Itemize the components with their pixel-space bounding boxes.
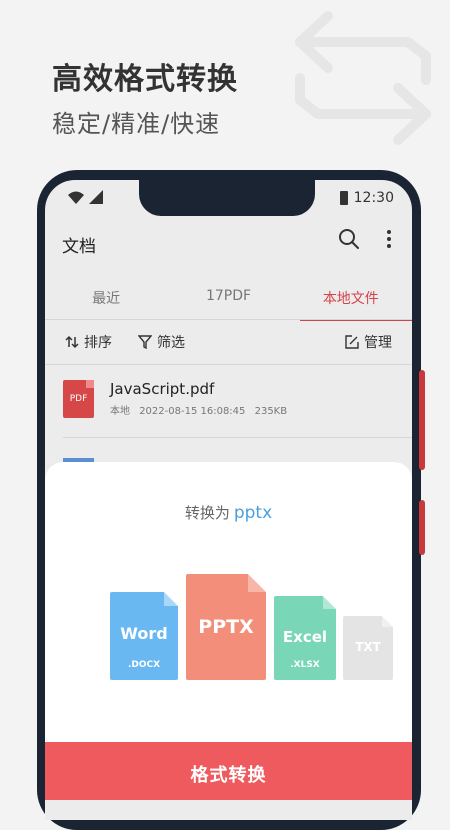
edit-icon xyxy=(345,335,359,349)
sort-icon xyxy=(65,335,79,349)
filter-label: 筛选 xyxy=(157,335,185,351)
phone-side-button xyxy=(419,370,425,470)
toolbar-divider xyxy=(45,364,412,365)
appbar-title: 文档 xyxy=(62,237,96,257)
convert-target-text: 转换为 pptx xyxy=(45,502,412,523)
wifi-icon xyxy=(68,191,84,204)
sort-label: 排序 xyxy=(84,335,112,351)
search-icon[interactable] xyxy=(338,228,360,250)
tab-17pdf[interactable]: 17PDF xyxy=(167,288,289,320)
cell-signal-icon xyxy=(89,190,103,204)
file-date: 2022-08-15 16:08:45 xyxy=(139,406,246,417)
pdf-icon-label: PDF xyxy=(69,394,88,404)
file-toolbar: 排序 筛选 管理 xyxy=(45,330,412,354)
battery-icon xyxy=(339,191,348,205)
word-format-card[interactable]: Word .DOCX xyxy=(110,592,178,680)
more-vert-icon[interactable] xyxy=(386,229,392,249)
tab-divider xyxy=(45,319,412,320)
convert-prefix: 转换为 xyxy=(184,504,230,522)
manage-button[interactable]: 管理 xyxy=(345,332,392,352)
hero-title: 高效格式转换 xyxy=(52,62,238,97)
list-divider xyxy=(63,437,412,438)
filter-icon xyxy=(138,335,152,349)
word-label: Word xyxy=(120,624,168,643)
tab-recent[interactable]: 最近 xyxy=(45,288,167,320)
pdf-file-icon: PDF xyxy=(63,380,94,418)
convert-button[interactable]: 格式转换 xyxy=(45,742,412,800)
txt-format-card[interactable]: TXT xyxy=(343,616,393,680)
pptx-label: PPTX xyxy=(198,616,254,638)
pptx-format-card[interactable]: PPTX xyxy=(186,574,266,680)
tab-bar: 最近 17PDF 本地文件 xyxy=(45,288,412,321)
file-location: 本地 xyxy=(110,406,130,417)
file-size: 235KB xyxy=(254,406,288,417)
excel-label: Excel xyxy=(282,628,328,646)
convert-arrows-icon xyxy=(295,11,431,145)
convert-sheet: 转换为 pptx Word .DOCX PPTX Excel .XLSX TXT … xyxy=(45,462,412,800)
word-ext: .DOCX xyxy=(127,660,161,670)
tab-local-files[interactable]: 本地文件 xyxy=(290,288,412,321)
hero-subtitle: 稳定/精准/快速 xyxy=(52,110,221,138)
signal-icons xyxy=(67,190,107,210)
txt-label: TXT xyxy=(355,640,381,654)
status-time: 12:30 xyxy=(353,190,394,206)
filter-button[interactable]: 筛选 xyxy=(138,332,185,352)
file-meta: 本地 2022-08-15 16:08:45 235KB xyxy=(110,402,293,417)
sort-button[interactable]: 排序 xyxy=(65,332,112,352)
manage-label: 管理 xyxy=(364,335,392,351)
excel-ext: .XLSX xyxy=(290,660,320,670)
status-bar: 12:30 xyxy=(45,188,412,210)
phone-side-button xyxy=(419,500,425,555)
excel-format-card[interactable]: Excel .XLSX xyxy=(274,596,336,680)
target-format: pptx xyxy=(233,503,273,523)
file-name: JavaScript.pdf xyxy=(110,380,215,398)
file-list-item[interactable]: PDF JavaScript.pdf 本地 2022-08-15 16:08:4… xyxy=(63,380,412,430)
